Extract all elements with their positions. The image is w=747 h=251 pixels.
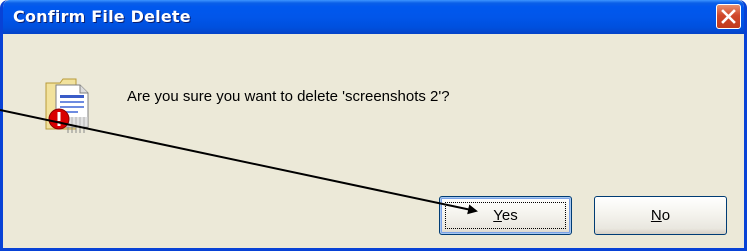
confirm-message: Are you sure you want to delete 'screens… bbox=[127, 88, 450, 105]
confirm-file-delete-dialog: Confirm File Delete Are you sure you wan… bbox=[0, 0, 747, 251]
title-bar[interactable]: Confirm File Delete bbox=[3, 0, 744, 34]
delete-file-warning-icon bbox=[42, 73, 106, 137]
close-button[interactable] bbox=[716, 4, 741, 29]
yes-button-label: Yes bbox=[493, 207, 518, 224]
no-button[interactable]: No bbox=[594, 196, 727, 235]
no-button-label: No bbox=[650, 207, 671, 224]
yes-button[interactable]: Yes bbox=[439, 196, 572, 235]
dialog-title: Confirm File Delete bbox=[13, 7, 191, 26]
close-icon bbox=[721, 9, 736, 24]
